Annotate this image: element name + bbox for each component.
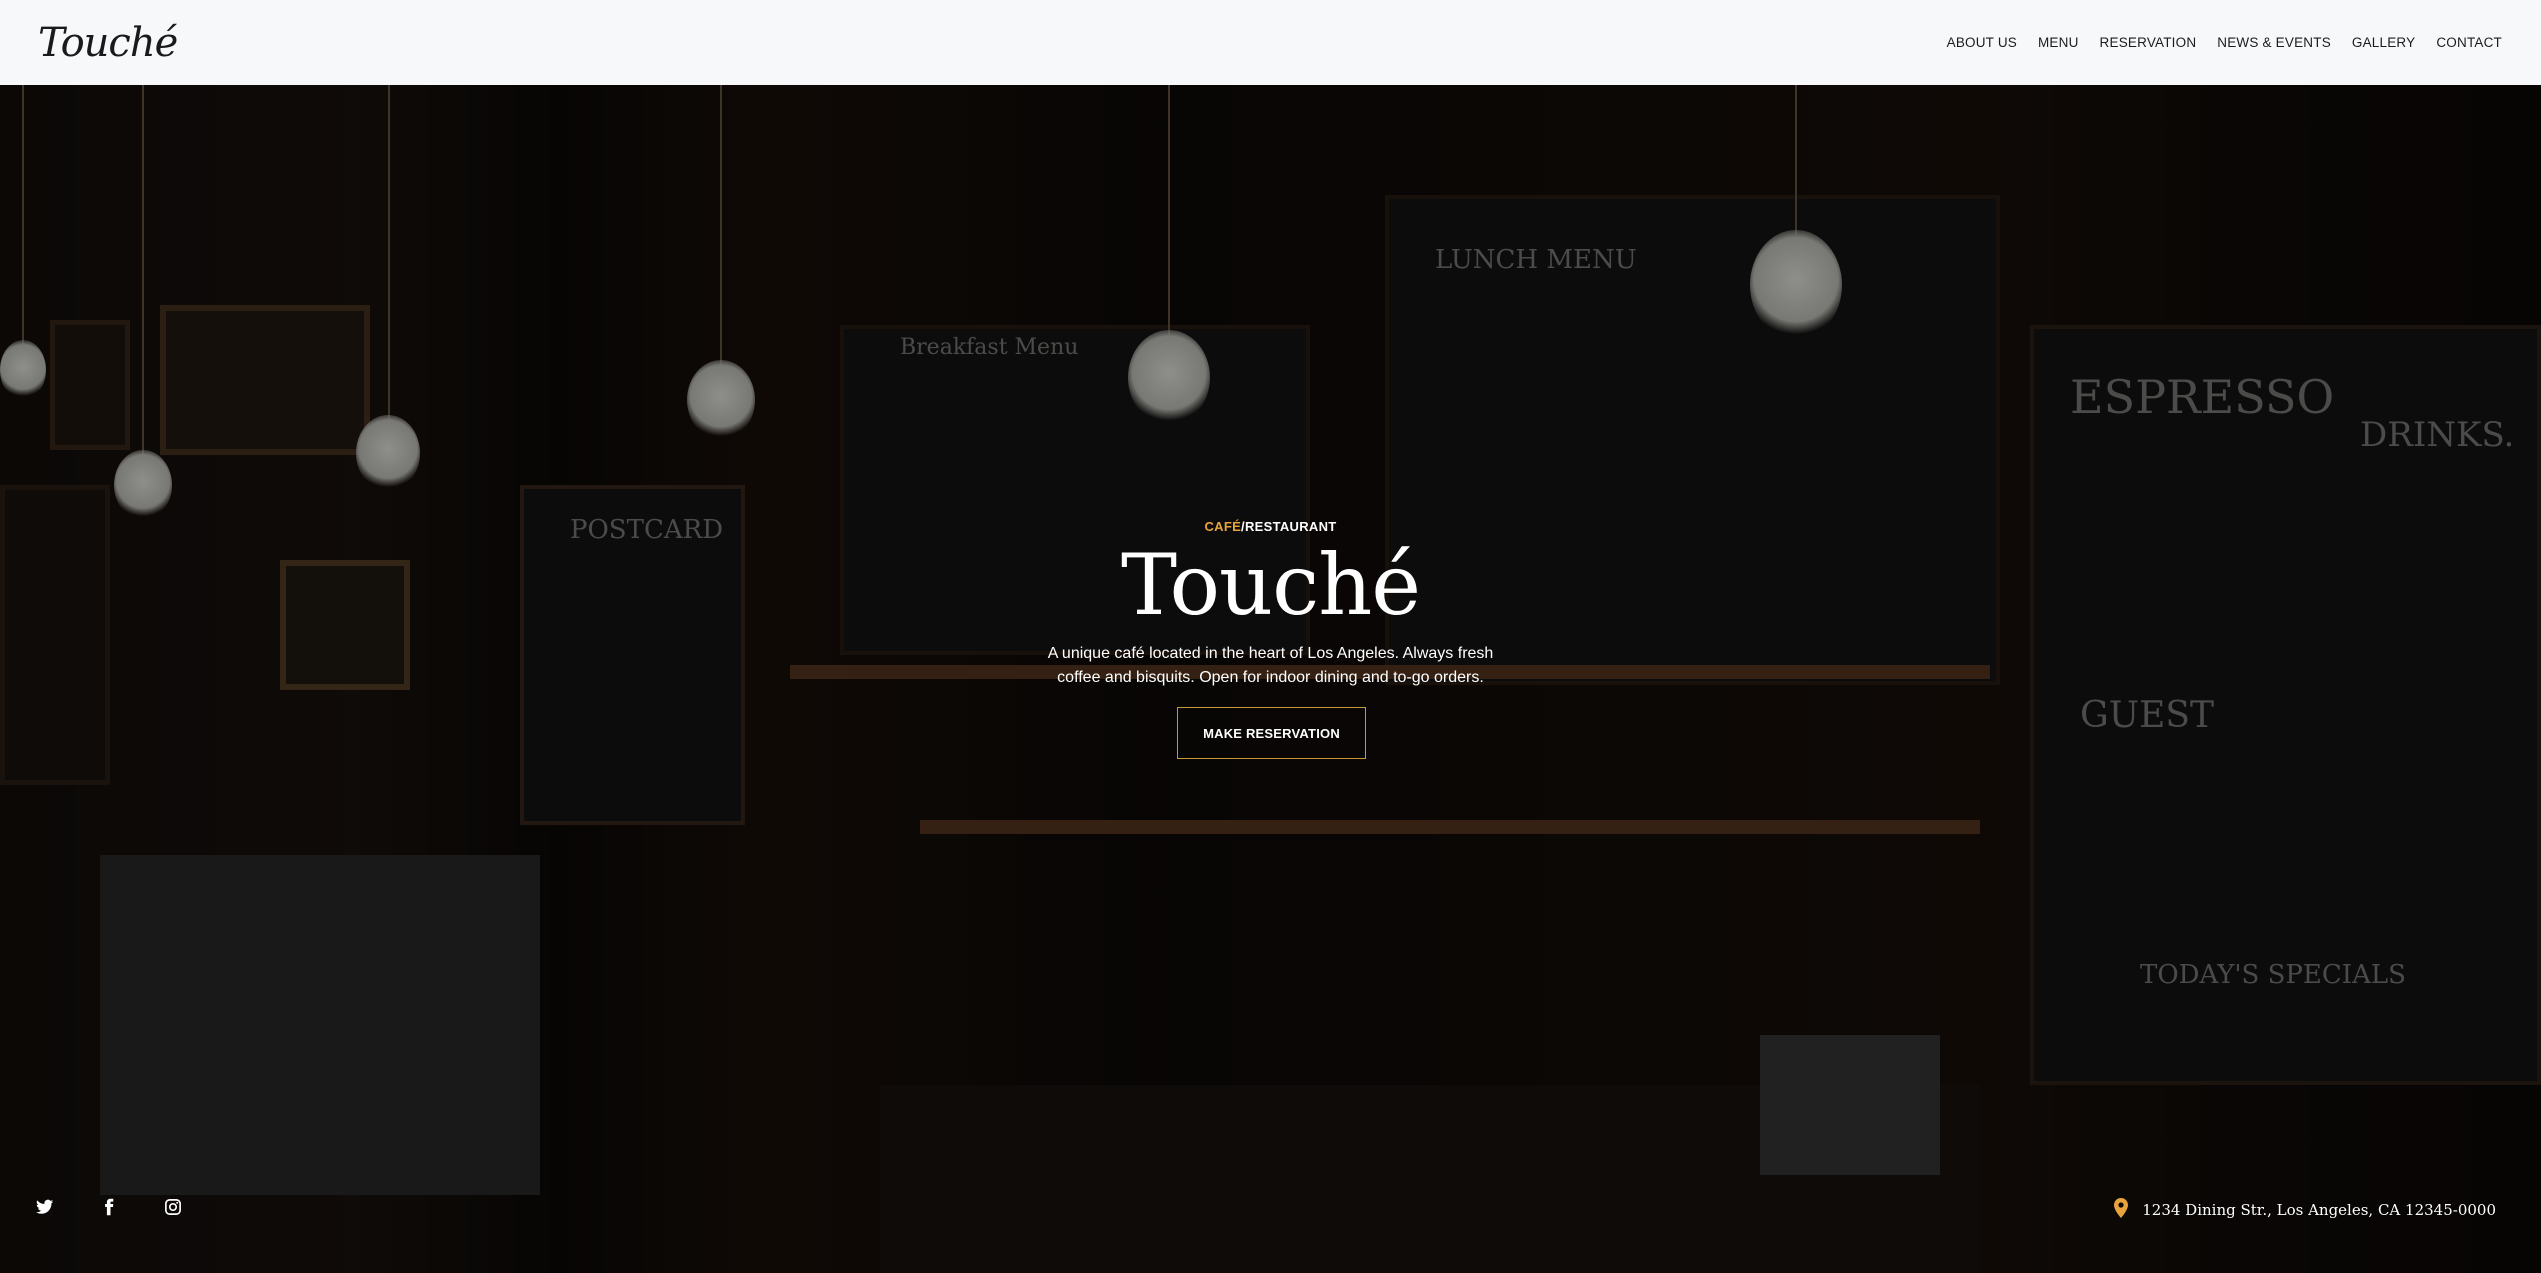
- make-reservation-button[interactable]: MAKE RESERVATION: [1177, 707, 1366, 759]
- instagram-icon[interactable]: [164, 1198, 182, 1216]
- hero-description: A unique café located in the heart of Lo…: [1047, 645, 1494, 686]
- hero-section: POSTCARD Breakfast Menu LUNCH MENU ESPRE…: [0, 85, 2541, 1273]
- nav-item-contact: CONTACT: [2436, 34, 2502, 52]
- tagline-rest: /RESTAURANT: [1241, 519, 1337, 534]
- brand-logo[interactable]: Touché: [38, 20, 178, 66]
- nav-item-gallery: GALLERY: [2352, 34, 2415, 52]
- hero-title: Touché: [1120, 536, 1421, 634]
- nav-item-news-events: NEWS & EVENTS: [2217, 34, 2331, 52]
- address-block: 1234 Dining Str., Los Angeles, CA 12345-…: [2114, 1198, 2496, 1222]
- nav-link-contact[interactable]: CONTACT: [2436, 35, 2502, 50]
- nav-link-menu[interactable]: MENU: [2038, 35, 2079, 50]
- facebook-icon[interactable]: [100, 1198, 118, 1216]
- twitter-icon[interactable]: [36, 1198, 54, 1216]
- nav-link-gallery[interactable]: GALLERY: [2352, 35, 2415, 50]
- nav-link-about-us[interactable]: ABOUT US: [1947, 35, 2017, 50]
- nav-item-menu: MENU: [2038, 34, 2079, 52]
- nav-link-news-events[interactable]: NEWS & EVENTS: [2217, 35, 2331, 50]
- social-links: [36, 1198, 182, 1216]
- tagline-accent: CAFÉ: [1204, 519, 1242, 534]
- address-text: 1234 Dining Str., Los Angeles, CA 12345-…: [2142, 1201, 2496, 1219]
- nav-item-about-us: ABOUT US: [1947, 34, 2017, 52]
- top-navbar: Touché ABOUT US MENU RESERVATION NEWS & …: [0, 0, 2541, 85]
- map-pin-icon: [2114, 1198, 2129, 1222]
- nav-link-reservation[interactable]: RESERVATION: [2100, 35, 2197, 50]
- nav-item-reservation: RESERVATION: [2100, 34, 2197, 52]
- main-nav: ABOUT US MENU RESERVATION NEWS & EVENTS …: [1947, 34, 2502, 52]
- hero-tagline: CAFÉ/RESTAURANT: [0, 519, 2541, 534]
